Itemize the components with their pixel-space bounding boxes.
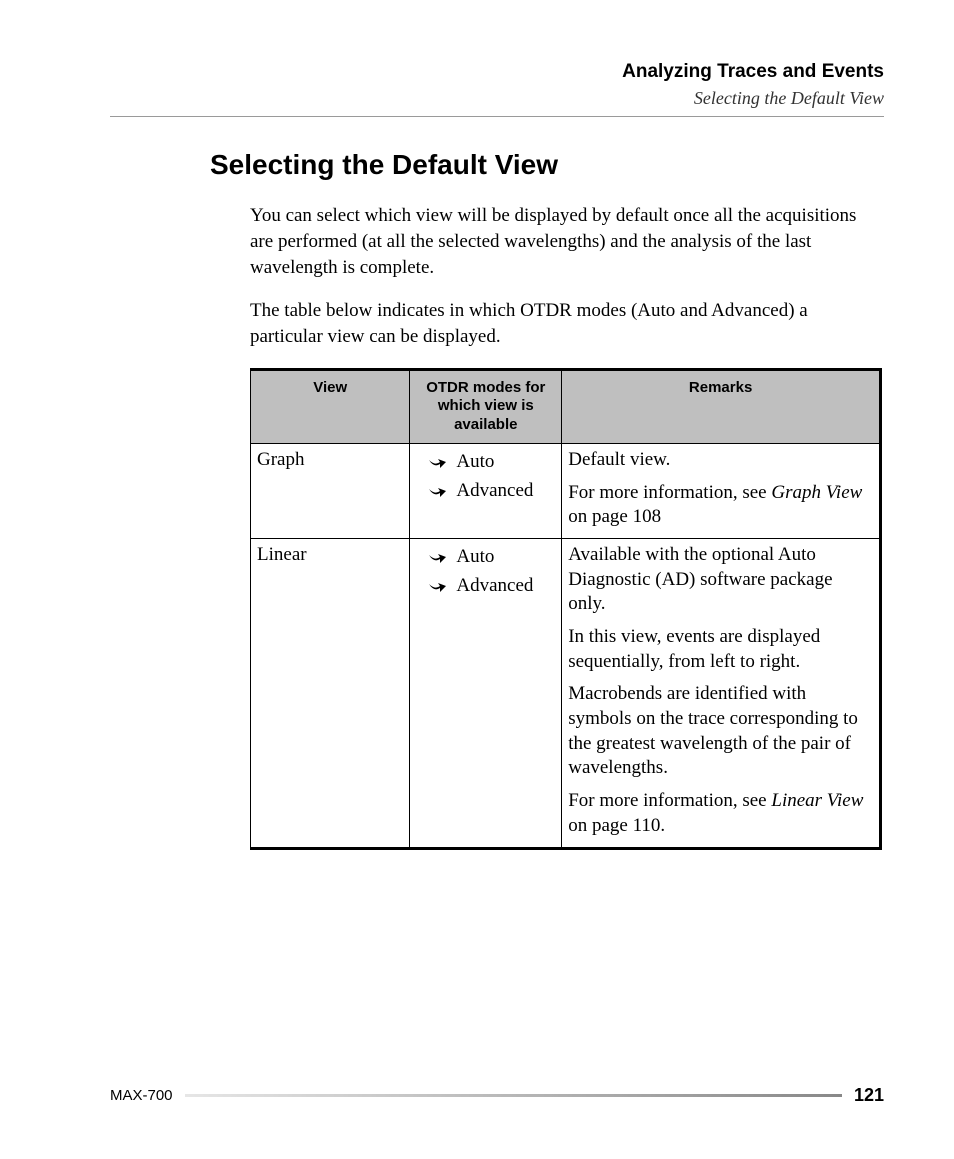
cell-modes: Auto Advanced: [410, 538, 562, 848]
mode-label: Advanced: [456, 574, 533, 599]
mode-item: Auto: [414, 448, 557, 477]
cell-view: Graph: [251, 443, 410, 538]
paragraph: You can select which view will be displa…: [250, 203, 874, 280]
mode-item: Advanced: [414, 477, 557, 506]
mode-label: Auto: [456, 450, 494, 475]
col-header-modes: OTDR modes for which view is available: [410, 369, 562, 443]
cell-modes: Auto Advanced: [410, 443, 562, 538]
remark-text: Default view.: [568, 448, 873, 473]
table-header-row: View OTDR modes for which view is availa…: [251, 369, 881, 443]
view-table: View OTDR modes for which view is availa…: [250, 368, 882, 850]
mode-item: Advanced: [414, 572, 557, 601]
cell-remarks: Default view. For more information, see …: [562, 443, 881, 538]
mode-item: Auto: [414, 543, 557, 572]
remark-text: For more information, see Linear View on…: [568, 789, 873, 838]
remark-ref-italic: Graph View: [771, 482, 862, 503]
remark-pre: For more information, see: [568, 482, 771, 503]
mode-label: Auto: [456, 545, 494, 570]
footer-page-number: 121: [854, 1084, 884, 1107]
remark-post: on page 110.: [568, 815, 665, 836]
col-header-view: View: [251, 369, 410, 443]
remark-text: Macrobends are identified with symbols o…: [568, 682, 873, 781]
section-heading: Selecting the Default View: [210, 147, 884, 183]
bullet-arrow-icon: [428, 486, 446, 498]
view-table-wrap: View OTDR modes for which view is availa…: [250, 368, 884, 850]
remark-pre: For more information, see: [568, 790, 771, 811]
remark-post: on page 108: [568, 506, 661, 527]
remark-text: In this view, events are displayed seque…: [568, 625, 873, 674]
footer-model: MAX-700: [110, 1086, 173, 1106]
page-footer: MAX-700 121: [110, 1084, 884, 1107]
cell-remarks: Available with the optional Auto Diagnos…: [562, 538, 881, 848]
remark-ref-italic: Linear View: [771, 790, 863, 811]
paragraph: The table below indicates in which OTDR …: [250, 298, 874, 349]
chapter-subtitle: Selecting the Default View: [110, 87, 884, 110]
bullet-arrow-icon: [428, 457, 446, 469]
footer-rule: [185, 1094, 842, 1097]
bullet-arrow-icon: [428, 581, 446, 593]
cell-view: Linear: [251, 538, 410, 848]
bullet-arrow-icon: [428, 552, 446, 564]
body-text: You can select which view will be displa…: [250, 203, 874, 349]
col-header-remarks: Remarks: [562, 369, 881, 443]
table-row: Graph Auto Advanced: [251, 443, 881, 538]
remark-text: Available with the optional Auto Diagnos…: [568, 543, 873, 617]
chapter-title: Analyzing Traces and Events: [110, 60, 884, 85]
mode-label: Advanced: [456, 479, 533, 504]
remark-text: For more information, see Graph View on …: [568, 481, 873, 530]
page: Analyzing Traces and Events Selecting th…: [0, 0, 954, 1159]
header-rule: [110, 116, 884, 117]
table-row: Linear Auto Advanced: [251, 538, 881, 848]
chapter-header: Analyzing Traces and Events Selecting th…: [110, 60, 884, 110]
